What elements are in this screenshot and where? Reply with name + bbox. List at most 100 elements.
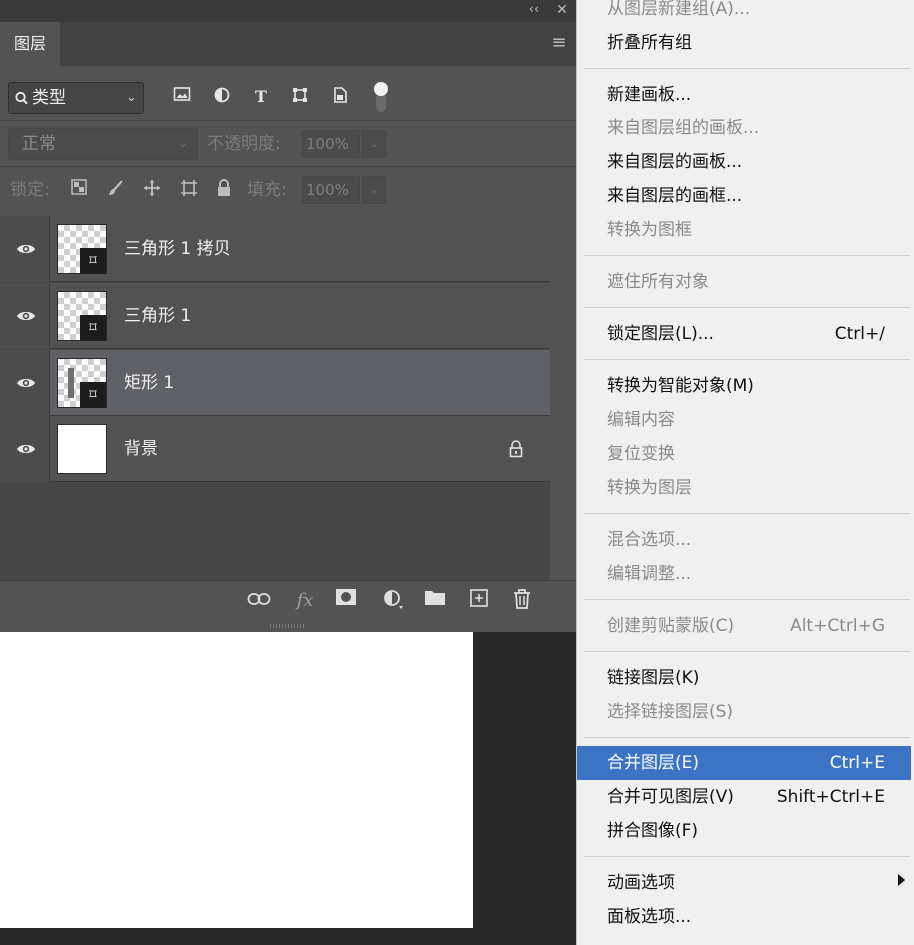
menu-item-reset-transform[interactable]: 复位变换 [577, 437, 911, 471]
collapse-panel-button[interactable]: ‹‹ [524, 1, 544, 19]
visibility-toggle[interactable] [0, 416, 50, 482]
pixel-layer-filter-icon[interactable] [171, 86, 193, 108]
menu-item-convert-to-smart-object[interactable]: 转换为智能对象(M) [577, 369, 911, 403]
fill-label: 填充: [247, 180, 287, 200]
menu-item-label: 合并可见图层(V) [607, 787, 734, 807]
menu-item-label: 转换为图框 [607, 220, 692, 240]
menu-item-flatten-image[interactable]: 拼合图像(F) [577, 814, 911, 848]
mask-icon[interactable] [333, 588, 359, 614]
visibility-toggle[interactable] [0, 216, 50, 282]
menu-separator [584, 255, 910, 256]
fx-icon[interactable]: fx [292, 588, 318, 614]
menu-item-label: 面板选项... [607, 907, 692, 927]
opacity-dropdown-button[interactable]: ⌄ [362, 130, 386, 158]
filter-toggle-switch[interactable] [374, 82, 388, 112]
menu-item-label: 锁定图层(L)... [607, 324, 714, 344]
menu-item-edit-contents[interactable]: 编辑内容 [577, 403, 911, 437]
menu-item-edit-adjustment[interactable]: 编辑调整... [577, 557, 911, 591]
menu-separator [584, 856, 910, 857]
menu-item-mask-all-objects[interactable]: 遮住所有对象 [577, 265, 911, 299]
menu-item-merge-visible[interactable]: 合并可见图层(V) Shift+Ctrl+E [577, 780, 911, 814]
lock-image-pixels-icon[interactable] [105, 179, 127, 201]
menu-item-panel-options[interactable]: 面板选项... [577, 900, 911, 934]
menu-item-label: 链接图层(K) [607, 668, 700, 688]
lock-icon [509, 440, 523, 458]
blend-mode-value: 正常 [22, 134, 56, 154]
tab-layers[interactable]: 图层 [0, 22, 60, 66]
layer-thumbnail [57, 424, 107, 474]
layer-row[interactable]: ⌑ 三角形 1 拷贝 [0, 216, 550, 282]
panel-resize-grip[interactable] [270, 624, 306, 628]
search-icon [14, 88, 30, 108]
menu-item-new-group-from-layers[interactable]: 从图层新建组(A)... [577, 0, 911, 26]
layer-row-selected[interactable]: ⌑ 矩形 1 [0, 350, 550, 416]
menu-item-merge-layers[interactable]: 合并图层(E) Ctrl+E [577, 746, 911, 780]
menu-item-label: 转换为智能对象(M) [607, 376, 754, 396]
visibility-toggle[interactable] [0, 350, 50, 416]
menu-item-select-linked-layers[interactable]: 选择链接图层(S) [577, 695, 911, 729]
menu-item-label: 混合选项... [607, 530, 692, 550]
filter-type-label: 类型 [32, 88, 66, 108]
lock-artboard-icon[interactable] [178, 179, 200, 201]
rectangle-shape-preview [68, 368, 74, 398]
layer-list-scrollbar[interactable] [550, 216, 576, 580]
menu-separator [584, 599, 910, 600]
new-layer-icon[interactable] [466, 588, 492, 614]
lock-all-icon[interactable] [213, 179, 235, 201]
menu-item-shortcut: Shift+Ctrl+E [776, 787, 885, 807]
menu-item-link-layers[interactable]: 链接图层(K) [577, 661, 911, 695]
menu-item-label: 复位变换 [607, 444, 675, 464]
visibility-toggle[interactable] [0, 283, 50, 349]
menu-item-label: 新建画板... [607, 85, 692, 105]
menu-item-label: 转换为图层 [607, 478, 692, 498]
lock-position-icon[interactable] [141, 179, 163, 201]
document-canvas[interactable] [0, 632, 473, 928]
menu-item-blending-options[interactable]: 混合选项... [577, 523, 911, 557]
layer-name: 三角形 1 拷贝 [124, 239, 231, 259]
menu-item-frame-from-layers[interactable]: 来自图层的画框... [577, 179, 911, 213]
menu-item-label: 创建剪贴蒙版(C) [607, 616, 735, 636]
fill-dropdown-button[interactable]: ⌄ [362, 176, 386, 204]
smart-object-filter-icon[interactable] [329, 86, 351, 108]
menu-item-create-clipping-mask[interactable]: 创建剪贴蒙版(C) Alt+Ctrl+G [577, 609, 911, 643]
layer-name: 矩形 1 [124, 373, 175, 393]
panel-menu-icon[interactable]: ≡ [548, 32, 570, 54]
menu-item-collapse-all-groups[interactable]: 折叠所有组 [577, 26, 911, 60]
adjustment-layer-filter-icon[interactable] [211, 86, 233, 108]
menu-item-new-artboard[interactable]: 新建画板... [577, 78, 911, 112]
link-icon[interactable] [246, 588, 272, 614]
menu-item-label: 从图层新建组(A)... [607, 0, 751, 19]
opacity-label: 不透明度: [207, 134, 281, 154]
menu-item-convert-to-layers[interactable]: 转换为图层 [577, 471, 911, 505]
menu-separator [584, 651, 910, 652]
fill-input[interactable]: 100% [302, 176, 360, 204]
eye-icon [17, 444, 35, 454]
lock-label: 锁定: [10, 180, 50, 200]
menu-item-label: 动画选项 [607, 873, 675, 893]
layer-row[interactable]: 背景 [0, 416, 550, 482]
menu-item-artboard-from-group[interactable]: 来自图层组的画板... [577, 111, 911, 145]
menu-item-animation-options[interactable]: 动画选项 [577, 866, 911, 900]
trash-icon[interactable] [509, 588, 535, 614]
lock-transparent-pixels-icon[interactable] [68, 179, 90, 201]
menu-item-lock-layers[interactable]: 锁定图层(L)... Ctrl+/ [577, 317, 911, 351]
menu-separator [584, 513, 910, 514]
submenu-arrow-icon [898, 874, 905, 886]
shape-layer-filter-icon[interactable] [289, 86, 311, 108]
adjustment-icon[interactable] [380, 588, 406, 614]
close-panel-button[interactable]: ✕ [552, 1, 572, 19]
opacity-input[interactable]: 100% [302, 130, 360, 158]
menu-item-convert-to-frame[interactable]: 转换为图框 [577, 213, 911, 247]
menu-item-label: 遮住所有对象 [607, 272, 709, 292]
layer-row[interactable]: ⌑ 三角形 1 [0, 283, 550, 349]
menu-item-label: 拼合图像(F) [607, 821, 699, 841]
divider [0, 166, 576, 167]
menu-item-label: 选择链接图层(S) [607, 702, 734, 722]
menu-item-label: 来自图层的画板... [607, 152, 743, 172]
menu-item-artboard-from-layers[interactable]: 来自图层的画板... [577, 145, 911, 179]
chevron-down-icon: ⌄ [126, 90, 137, 105]
folder-icon[interactable] [422, 588, 448, 614]
type-layer-filter-icon[interactable]: T [250, 86, 272, 108]
divider [0, 120, 576, 121]
shape-layer-badge-icon: ⌑ [80, 382, 106, 408]
